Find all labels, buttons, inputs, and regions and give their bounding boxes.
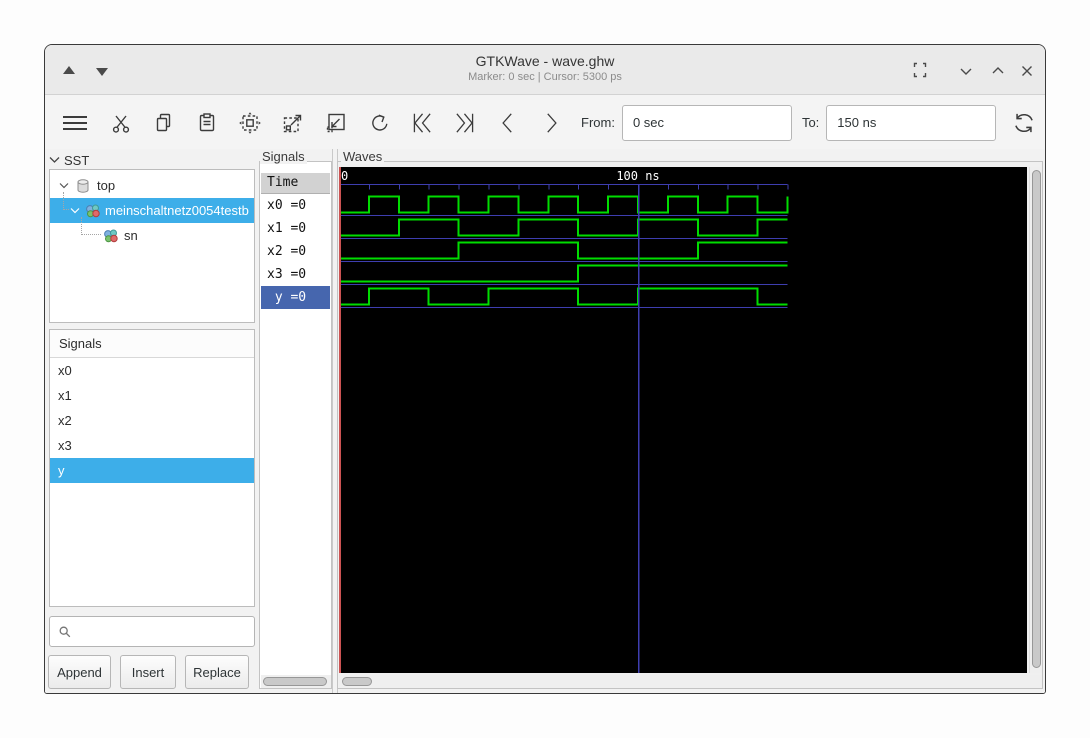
waves-hscrollbar[interactable] xyxy=(339,675,1042,688)
minimize-button[interactable] xyxy=(955,60,977,82)
fullscreen-icon xyxy=(913,62,927,78)
cut-icon xyxy=(112,115,130,133)
tree-item-label: top xyxy=(97,178,116,193)
skip-to-end-button[interactable] xyxy=(451,109,479,137)
signal-value-row-x1[interactable]: x1 =0 xyxy=(261,217,330,240)
waves-vscrollbar[interactable] xyxy=(1029,167,1042,673)
menu-icon xyxy=(63,115,87,130)
titlebar: GTKWave - wave.ghw Marker: 0 sec | Curso… xyxy=(45,45,1045,95)
to-input[interactable] xyxy=(826,104,997,141)
database-icon xyxy=(77,178,89,193)
svg-text:100 ns: 100 ns xyxy=(616,169,659,183)
zoom-out-icon xyxy=(326,113,345,132)
scrollbar-thumb[interactable] xyxy=(1032,170,1041,668)
chevron-left-icon xyxy=(502,112,512,133)
signal-value-row-x0[interactable]: x0 =0 xyxy=(261,194,330,217)
chevron-down-icon xyxy=(960,68,972,75)
sst-expander-icon xyxy=(49,157,60,163)
zoom-in-button[interactable] xyxy=(279,109,307,137)
undo-icon xyxy=(372,114,388,131)
toolbar: From: To: xyxy=(45,96,1045,149)
skip-to-start-button[interactable] xyxy=(408,109,436,137)
from-input[interactable] xyxy=(621,104,792,141)
append-button[interactable]: Append xyxy=(48,655,111,689)
sst-header[interactable]: SST xyxy=(49,151,89,169)
gtkwave-window: GTKWave - wave.ghw Marker: 0 sec | Curso… xyxy=(44,44,1046,694)
tree-item-sn[interactable]: sn xyxy=(50,217,254,248)
insert-button[interactable]: Insert xyxy=(120,655,176,689)
signals-list: Signals x0 x1 x2 x3 y xyxy=(49,329,255,607)
cut-button[interactable] xyxy=(107,109,135,137)
search-input[interactable] xyxy=(72,617,254,646)
reload-button[interactable] xyxy=(1010,109,1038,137)
waves-frame-label: Waves xyxy=(341,149,385,164)
signal-value-row-x2[interactable]: x2 =0 xyxy=(261,240,330,263)
signal-item-y[interactable]: y xyxy=(50,458,254,483)
previous-edge-button[interactable] xyxy=(494,109,522,137)
sst-label: SST xyxy=(64,152,90,168)
zoom-out-button[interactable] xyxy=(322,109,350,137)
marker-cursor-status: Marker: 0 sec | Cursor: 5300 ps xyxy=(468,71,622,83)
paste-icon xyxy=(199,112,215,131)
copy-button[interactable] xyxy=(150,109,178,137)
zoom-fit-button[interactable] xyxy=(236,109,264,137)
next-edge-button[interactable] xyxy=(537,109,565,137)
chevron-right-icon xyxy=(547,112,557,133)
expander-icon[interactable] xyxy=(69,205,81,217)
sst-tree: top meinschaltnetz0054testb sn xyxy=(49,169,255,323)
undo-button[interactable] xyxy=(365,109,393,137)
signals-values-panel: Time x0 =0 x1 =0 x2 =0 x3 =0 y =0 xyxy=(259,161,332,689)
signal-value-row-y[interactable]: y =0 xyxy=(261,286,330,309)
wave-canvas[interactable]: 0 100 ns xyxy=(339,167,1027,673)
window-title: GTKWave - wave.ghw xyxy=(475,53,615,69)
chevron-up-icon xyxy=(992,67,1004,74)
copy-icon xyxy=(156,113,171,131)
paste-button[interactable] xyxy=(193,109,221,137)
signal-item-x0[interactable]: x0 xyxy=(50,358,254,383)
menu-button[interactable] xyxy=(58,109,92,137)
zoom-in-icon xyxy=(283,114,302,132)
tree-connector xyxy=(63,192,69,210)
maximize-button[interactable] xyxy=(987,60,1009,82)
close-button[interactable] xyxy=(1016,60,1038,82)
scrollbar-thumb[interactable] xyxy=(263,677,327,686)
waves-panel: 0 100 ns xyxy=(337,161,1043,689)
skip-to-start-icon xyxy=(413,112,431,133)
tree-item-label: sn xyxy=(124,228,138,243)
skip-to-end-icon xyxy=(456,112,474,133)
desktop: GTKWave - wave.ghw Marker: 0 sec | Curso… xyxy=(0,0,1090,738)
signal-value-row-x3[interactable]: x3 =0 xyxy=(261,263,330,286)
from-label: From: xyxy=(581,115,615,130)
signals-list-header: Signals xyxy=(50,330,254,358)
tree-connector xyxy=(81,217,101,235)
scrollbar-thumb[interactable] xyxy=(342,677,372,686)
close-icon xyxy=(1022,66,1032,76)
expander-icon[interactable] xyxy=(58,180,70,192)
tree-item-label: meinschaltnetz0054testb xyxy=(105,203,249,218)
zoom-fit-icon xyxy=(239,111,261,134)
fullscreen-button[interactable] xyxy=(909,59,931,81)
svg-text:0: 0 xyxy=(341,169,348,183)
signal-item-x2[interactable]: x2 xyxy=(50,408,254,433)
time-column-header[interactable]: Time xyxy=(261,173,330,194)
to-label: To: xyxy=(801,115,820,130)
module-icon xyxy=(104,229,118,242)
signals-frame-label: Signals xyxy=(260,149,307,164)
reload-icon xyxy=(1015,113,1034,132)
search-icon xyxy=(59,626,71,637)
main-area: SST top meinschaltnetz0054testb sn Signa… xyxy=(45,149,1045,693)
signal-item-x3[interactable]: x3 xyxy=(50,433,254,458)
signal-search[interactable] xyxy=(49,616,255,647)
replace-button[interactable]: Replace xyxy=(185,655,249,689)
tree-item-top[interactable]: top xyxy=(50,173,254,198)
signals-hscrollbar[interactable] xyxy=(261,675,331,688)
signal-item-x1[interactable]: x1 xyxy=(50,383,254,408)
